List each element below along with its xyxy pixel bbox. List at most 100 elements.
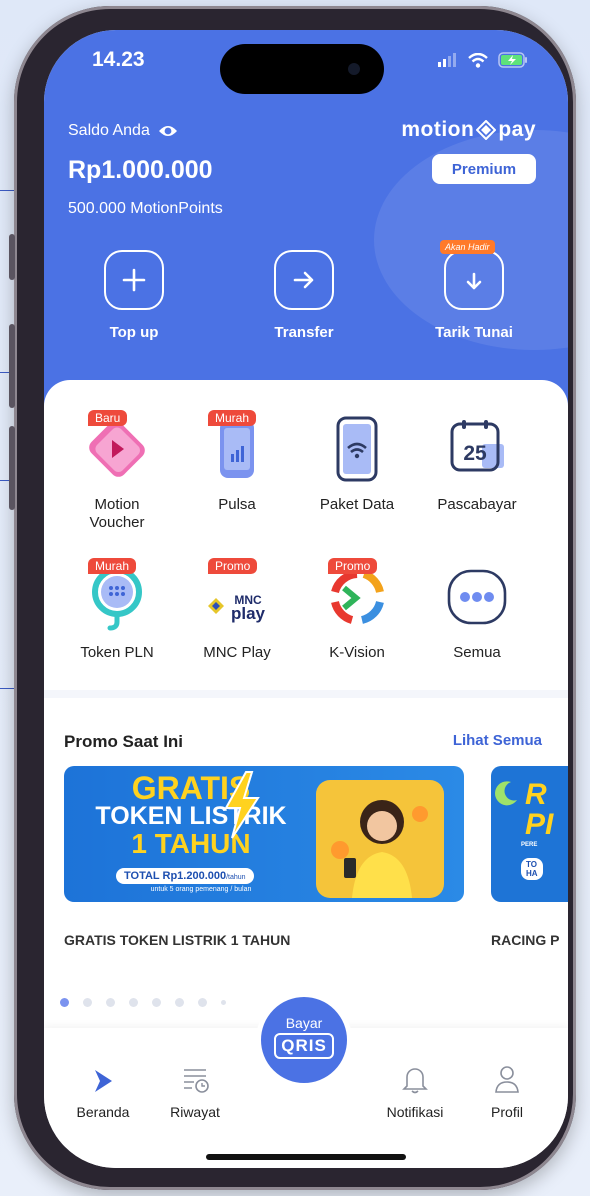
bell-icon [402, 1068, 428, 1094]
camera-dot [348, 63, 360, 75]
phone-side-button [9, 324, 15, 408]
tag-badge: Promo [328, 558, 378, 574]
service-name: Pulsa [218, 496, 256, 513]
qris-pay-button[interactable]: Bayar QRIS [256, 992, 352, 1088]
battery-icon [498, 52, 527, 68]
nav-label: Beranda [76, 1104, 130, 1120]
more-icon [442, 562, 512, 632]
signal-icon [438, 53, 456, 67]
topup-action[interactable]: Top up [64, 250, 204, 341]
promo-title: Promo Saat Ini [64, 732, 184, 751]
calendar-25-icon: 25 [442, 414, 512, 484]
service-name: MNC Play [203, 644, 271, 661]
tag-badge: Promo [208, 558, 258, 574]
service-paket-data[interactable]: Paket Data [298, 414, 416, 514]
banner2-headline: R PI [525, 778, 554, 841]
service-name: Token PLN [80, 644, 154, 661]
transfer-icon-frame [274, 250, 334, 310]
topup-label: Top up [109, 324, 159, 341]
wifi-icon [468, 52, 488, 68]
service-pascabayar[interactable]: 25 Pascabayar [418, 414, 536, 514]
service-name: Pascabayar [437, 496, 517, 513]
eye-icon[interactable] [158, 124, 178, 138]
moon-icon [495, 781, 517, 806]
bulb-icon: Murah [82, 558, 152, 632]
history-icon [184, 1069, 209, 1093]
promo-caption[interactable]: RACING P [491, 932, 559, 948]
qris-top-label: Bayar [285, 1015, 323, 1031]
service-motion-voucher[interactable]: Baru Motion Voucher [58, 410, 176, 532]
carousel-dot[interactable] [60, 998, 69, 1007]
k-vision-logo: Promo [322, 558, 392, 632]
withdraw-label: Tarik Tunai [435, 324, 513, 341]
balance-label: Saldo Anda [68, 122, 150, 139]
premium-button[interactable]: Premium [432, 154, 536, 184]
banner-total-amount: TOTAL Rp1.200.000 [124, 870, 227, 882]
brand-text-left: motion [401, 118, 475, 141]
nav-beranda[interactable]: Beranda [58, 1058, 148, 1120]
services-card: Baru Motion Voucher Murah Pulsa Paket Dat… [44, 380, 568, 690]
home-indicator[interactable] [206, 1154, 406, 1160]
transfer-action[interactable]: Transfer [234, 250, 374, 341]
voucher-icon: Baru [82, 410, 152, 484]
home-play-icon [95, 1070, 112, 1092]
arrow-down-icon [466, 272, 482, 290]
service-name: K-Vision [329, 644, 385, 661]
service-mnc-play[interactable]: Promo MNC play MNC Play [178, 558, 296, 662]
brand-logo: motion pay [401, 118, 536, 142]
carousel-dot[interactable] [106, 998, 115, 1007]
carousel-dot[interactable] [152, 998, 161, 1007]
nav-riwayat[interactable]: Riwayat [150, 1058, 240, 1120]
nav-label: Riwayat [170, 1104, 220, 1120]
carousel-dot[interactable] [198, 998, 207, 1007]
profile-icon [495, 1066, 519, 1093]
carousel-dot[interactable] [175, 998, 184, 1007]
tag-badge: Murah [88, 558, 137, 574]
app-screen: 14.23 Saldo Anda Rp1.000.000 500.000 Mot… [44, 30, 568, 1168]
dynamic-island [220, 44, 384, 94]
brand-text-right: pay [498, 118, 536, 141]
brand-diamond-icon [476, 120, 497, 140]
qris-logo: QRIS [274, 1033, 334, 1059]
promo-banner-racing[interactable]: R PI PERE TO HA [491, 766, 568, 902]
phone-signal-icon: Murah [202, 410, 272, 484]
mnc-logo-bottom: play [231, 604, 266, 623]
promo-banner-token[interactable]: GRATIS TOKEN LISTRIK 1 TAHUN TOTAL Rp1.2… [64, 766, 464, 902]
nav-notifikasi[interactable]: Notifikasi [370, 1058, 460, 1120]
promo-section: Promo Saat Ini Lihat Semua GRATIS TOKEN … [44, 698, 568, 1028]
phone-side-button [9, 426, 15, 510]
lightning-icon [224, 771, 260, 839]
balance-label-row: Saldo Anda [68, 122, 178, 140]
plus-icon [122, 268, 146, 292]
banner2-pill: TO HA [521, 858, 543, 880]
banner-total: TOTAL Rp1.200.000/tahun [116, 868, 254, 884]
service-name: Semua [453, 644, 501, 661]
carousel-dot[interactable] [129, 998, 138, 1007]
banner-photo-frame [316, 780, 444, 898]
service-k-vision[interactable]: Promo K-Vision [298, 558, 416, 662]
person-illustration [331, 800, 428, 898]
withdraw-icon-frame: Akan Hadir [440, 240, 504, 310]
service-semua[interactable]: Semua [418, 562, 536, 662]
service-token-pln[interactable]: Murah Token PLN [58, 558, 176, 662]
carousel-dot[interactable] [83, 998, 92, 1007]
balance-value: Rp1.000.000 [68, 156, 213, 184]
topup-icon-frame [104, 250, 164, 310]
tag-badge: Baru [88, 410, 128, 426]
arrow-right-icon [293, 271, 314, 289]
banner-note: untuk 5 orang pemenang / bulan [150, 886, 252, 893]
promo-caption[interactable]: GRATIS TOKEN LISTRIK 1 TAHUN [64, 932, 290, 948]
service-name: Motion Voucher [89, 496, 145, 531]
banner2-subtitle: PERE [521, 842, 538, 848]
service-pulsa[interactable]: Murah Pulsa [178, 410, 296, 514]
coming-soon-badge: Akan Hadir [440, 240, 495, 254]
status-time: 14.23 [92, 48, 145, 71]
nav-label: Notifikasi [386, 1104, 444, 1120]
status-icons [438, 52, 528, 68]
nav-profil[interactable]: Profil [462, 1058, 552, 1120]
withdraw-action[interactable]: Akan Hadir Tarik Tunai [404, 240, 544, 341]
motion-points[interactable]: 500.000 MotionPoints [68, 200, 223, 218]
carousel-dot[interactable] [221, 1000, 226, 1005]
see-all-link[interactable]: Lihat Semua [453, 732, 542, 749]
calendar-day-text: 25 [463, 442, 487, 465]
